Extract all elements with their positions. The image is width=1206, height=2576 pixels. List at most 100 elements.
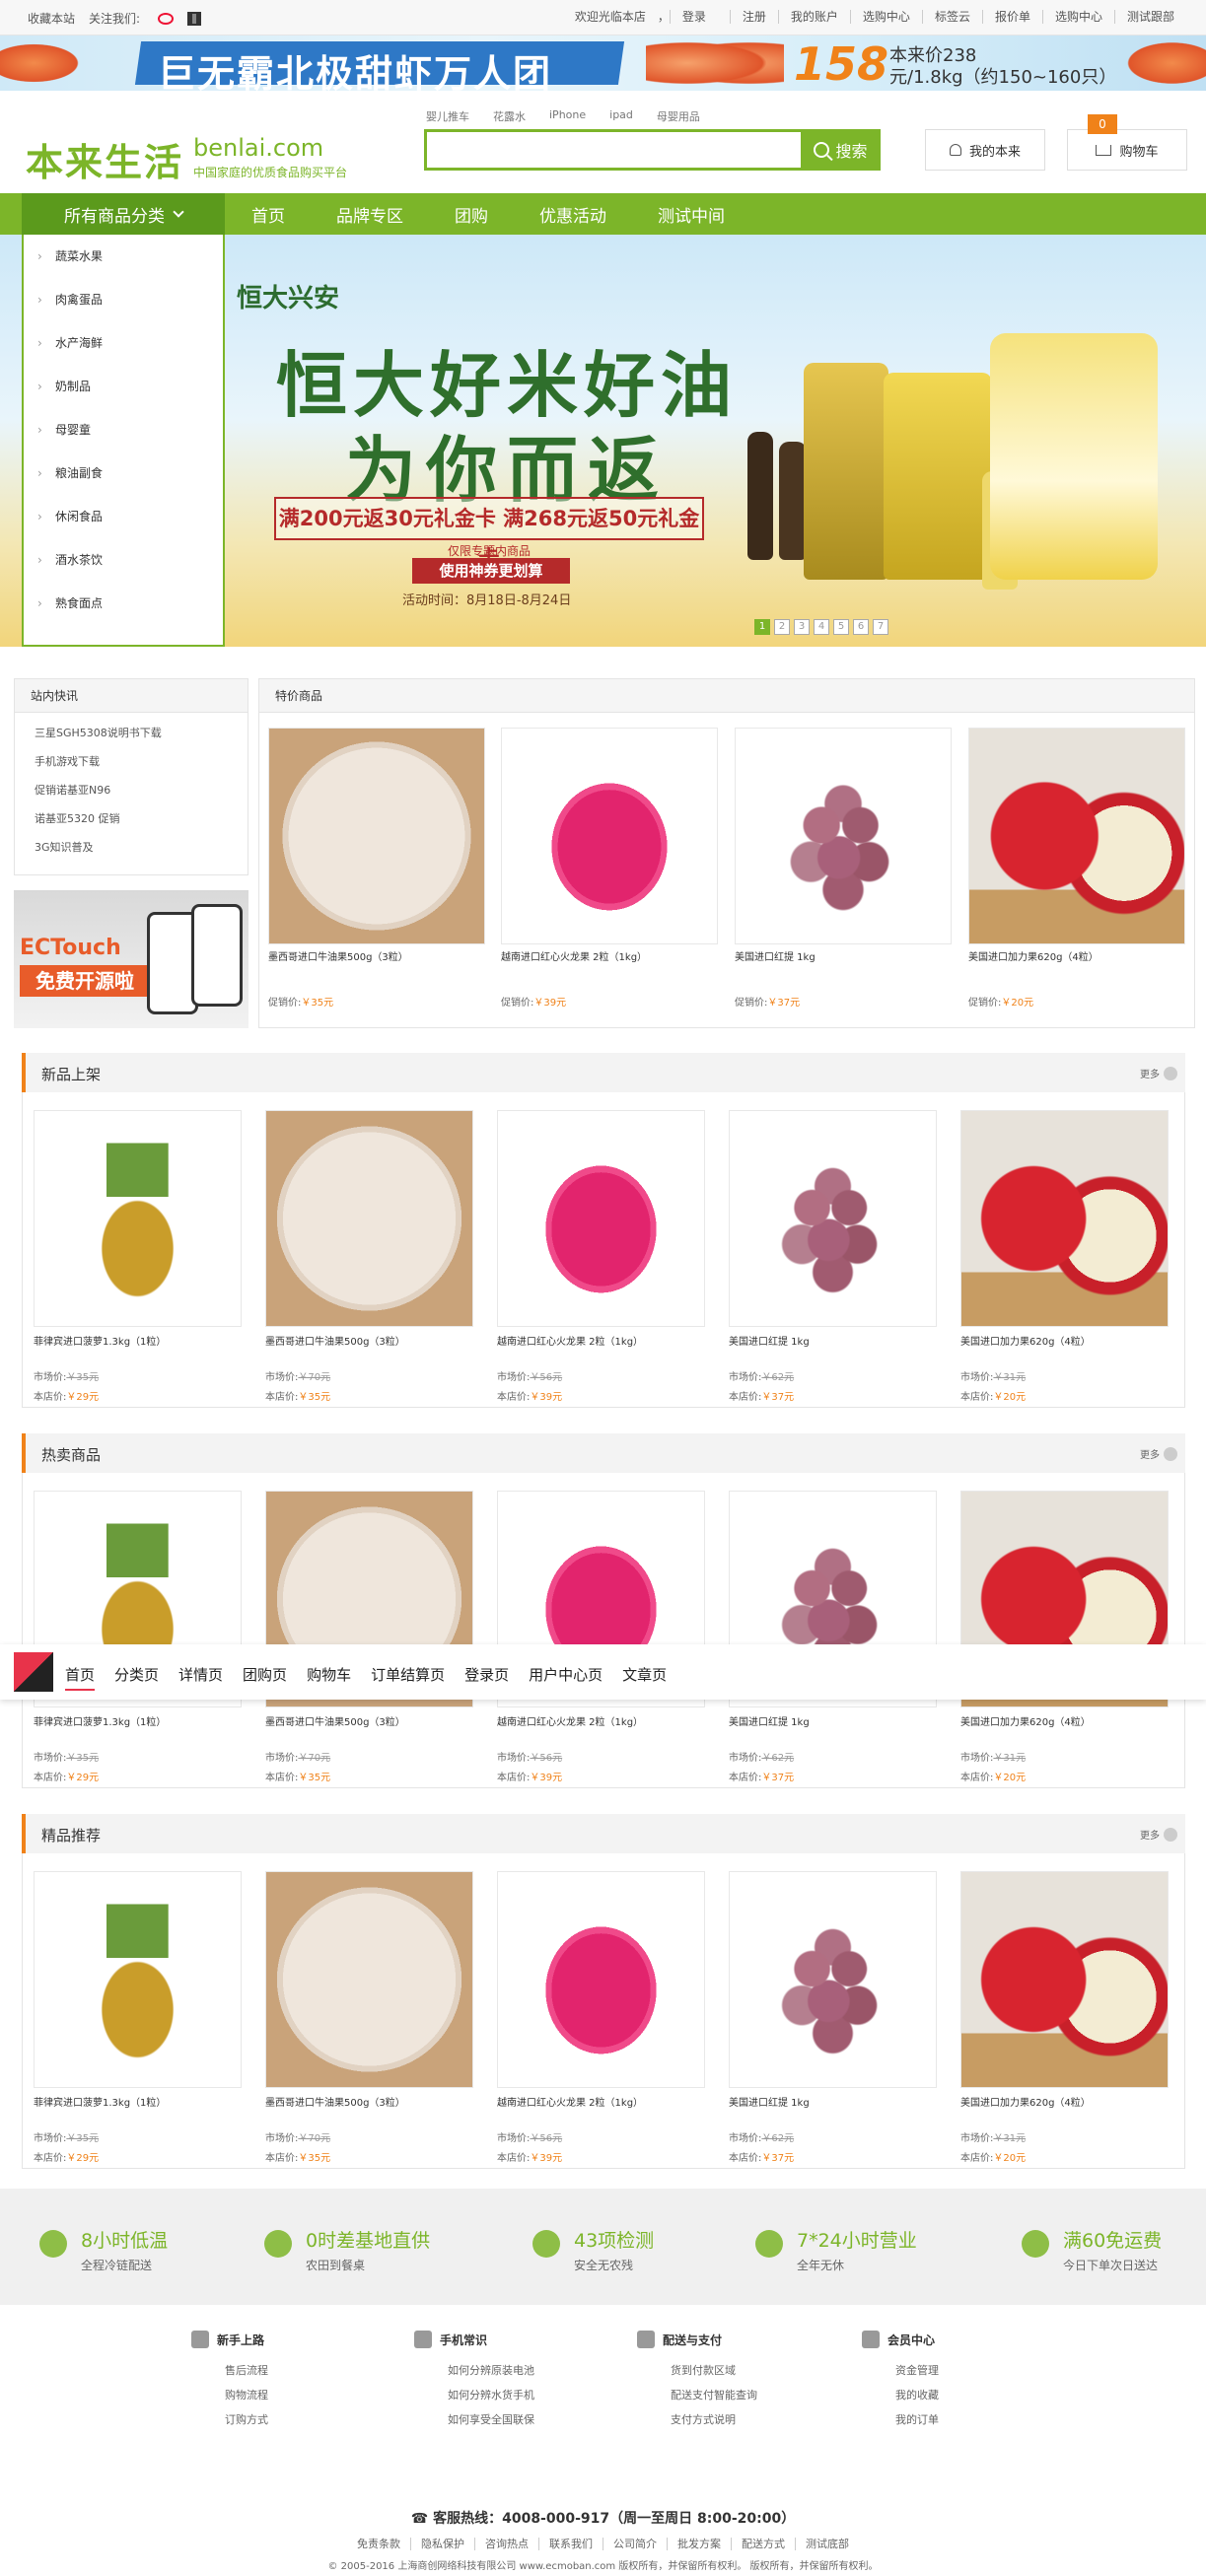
footer-link[interactable]: 免责条款 bbox=[347, 2538, 410, 2550]
product-image[interactable] bbox=[265, 1871, 473, 2088]
help-link[interactable]: 售后流程 bbox=[191, 2362, 268, 2387]
product-name[interactable]: 美国进口红提 1kg bbox=[729, 1713, 810, 1728]
product-name[interactable]: 美国进口加力果620g（4粒） bbox=[968, 948, 1099, 963]
product-image[interactable] bbox=[34, 1871, 242, 2088]
news-item[interactable]: 手机游戏下载 bbox=[15, 747, 248, 776]
nav-item-promotions[interactable]: 优惠活动 bbox=[539, 202, 606, 227]
product-name[interactable]: 美国进口红提 1kg bbox=[729, 1333, 810, 1348]
footer-link[interactable]: 咨询热点 bbox=[474, 2538, 538, 2550]
product-name[interactable]: 菲律宾进口菠萝1.3kg（1粒） bbox=[34, 2094, 166, 2109]
product-name[interactable]: 越南进口红心火龙果 2粒（1kg） bbox=[497, 2094, 643, 2109]
nav-item-groupbuy[interactable]: 团购 bbox=[455, 202, 488, 227]
help-link[interactable]: 资金管理 bbox=[862, 2362, 939, 2387]
carousel-dot[interactable]: 1 bbox=[754, 619, 770, 635]
product-name[interactable]: 美国进口加力果620g（4粒） bbox=[960, 2094, 1091, 2109]
more-link[interactable]: 更多 bbox=[1140, 1446, 1177, 1461]
switch-groupbuy[interactable]: 团购页 bbox=[243, 1664, 287, 1691]
news-item[interactable]: 3G知识普及 bbox=[15, 833, 248, 862]
product-image[interactable] bbox=[968, 728, 1185, 944]
product-name[interactable]: 墨西哥进口牛油果500g（3粒） bbox=[265, 2094, 405, 2109]
news-item[interactable]: 促销诺基亚N96 bbox=[15, 776, 248, 804]
hot-keyword[interactable]: 母婴用品 bbox=[657, 108, 700, 124]
hot-keyword[interactable]: iPhone bbox=[549, 108, 586, 124]
help-link[interactable]: 购物流程 bbox=[191, 2387, 268, 2411]
product-image[interactable] bbox=[960, 1110, 1169, 1327]
more-link[interactable]: 更多 bbox=[1140, 1066, 1177, 1080]
switch-home[interactable]: 首页 bbox=[65, 1664, 96, 1691]
qrcode-icon[interactable] bbox=[187, 11, 202, 26]
test-link[interactable]: 测试跟部 bbox=[1113, 10, 1186, 24]
hero-coupon-button[interactable]: 使用神券更划算 bbox=[412, 558, 570, 584]
cart-button[interactable]: 购物车 bbox=[1067, 129, 1187, 171]
tags-link[interactable]: 标签云 bbox=[921, 10, 982, 24]
carousel-dot[interactable]: 7 bbox=[873, 619, 888, 635]
product-image[interactable] bbox=[265, 1110, 473, 1327]
carousel-dot[interactable]: 3 bbox=[794, 619, 810, 635]
product-image[interactable] bbox=[497, 1871, 705, 2088]
product-image[interactable] bbox=[729, 1871, 937, 2088]
product-name[interactable]: 美国进口加力果620g（4粒） bbox=[960, 1333, 1091, 1348]
category-item[interactable]: 母婴童 bbox=[24, 408, 223, 452]
switch-cart[interactable]: 购物车 bbox=[307, 1664, 351, 1691]
product-image[interactable] bbox=[501, 728, 718, 944]
category-item[interactable]: 粮油副食 bbox=[24, 452, 223, 495]
switch-article[interactable]: 文章页 bbox=[622, 1664, 667, 1691]
help-link[interactable]: 货到付款区域 bbox=[637, 2362, 757, 2387]
hot-keyword[interactable]: 花露水 bbox=[493, 108, 526, 124]
help-link[interactable]: 我的收藏 bbox=[862, 2387, 939, 2411]
footer-link[interactable]: 联系我们 bbox=[538, 2538, 603, 2550]
ectouch-ad[interactable]: ECTouch 免费开源啦 bbox=[14, 890, 248, 1028]
product-name[interactable]: 墨西哥进口牛油果500g（3粒） bbox=[265, 1713, 405, 1728]
carousel-dot[interactable]: 6 bbox=[853, 619, 869, 635]
category-item[interactable]: 熟食面点 bbox=[24, 582, 223, 625]
nav-item-home[interactable]: 首页 bbox=[251, 202, 285, 227]
product-name[interactable]: 越南进口红心火龙果 2粒（1kg） bbox=[497, 1713, 643, 1728]
footer-link[interactable]: 公司简介 bbox=[603, 2538, 667, 2550]
nav-item-brands[interactable]: 品牌专区 bbox=[336, 202, 403, 227]
product-name[interactable]: 越南进口红心火龙果 2粒（1kg） bbox=[501, 948, 647, 963]
product-name[interactable]: 墨西哥进口牛油果500g（3粒） bbox=[268, 948, 408, 963]
quote-link[interactable]: 报价单 bbox=[981, 10, 1042, 24]
switch-user[interactable]: 用户中心页 bbox=[529, 1664, 603, 1691]
hot-keyword[interactable]: 婴儿推车 bbox=[426, 108, 469, 124]
site-logo[interactable]: 本来生活 bbox=[26, 132, 183, 186]
product-name[interactable]: 菲律宾进口菠萝1.3kg（1粒） bbox=[34, 1713, 166, 1728]
help-link[interactable]: 我的订单 bbox=[862, 2411, 939, 2436]
help-link[interactable]: 如何分辨水货手机 bbox=[414, 2387, 534, 2411]
favorite-link[interactable]: 收藏本站 bbox=[28, 10, 75, 27]
buy-center-link[interactable]: 选购中心 bbox=[849, 10, 922, 24]
more-link[interactable]: 更多 bbox=[1140, 1827, 1177, 1842]
category-item[interactable]: 肉禽蛋品 bbox=[24, 278, 223, 321]
switch-login[interactable]: 登录页 bbox=[464, 1664, 509, 1691]
search-button[interactable]: 搜索 bbox=[801, 129, 881, 171]
category-item[interactable]: 水产海鲜 bbox=[24, 321, 223, 365]
category-item[interactable]: 奶制品 bbox=[24, 365, 223, 408]
switch-detail[interactable]: 详情页 bbox=[178, 1664, 223, 1691]
product-image[interactable] bbox=[34, 1110, 242, 1327]
product-name[interactable]: 美国进口红提 1kg bbox=[729, 2094, 810, 2109]
help-link[interactable]: 订购方式 bbox=[191, 2411, 268, 2436]
switch-category[interactable]: 分类页 bbox=[114, 1664, 159, 1691]
product-image[interactable] bbox=[735, 728, 952, 944]
carousel-dot[interactable]: 4 bbox=[814, 619, 829, 635]
product-image[interactable] bbox=[729, 1110, 937, 1327]
footer-link[interactable]: 配送方式 bbox=[731, 2538, 795, 2550]
category-item[interactable]: 休闲食品 bbox=[24, 495, 223, 538]
register-link[interactable]: 注册 bbox=[729, 10, 778, 24]
product-name[interactable]: 墨西哥进口牛油果500g（3粒） bbox=[265, 1333, 405, 1348]
nav-item-test[interactable]: 测试中间 bbox=[658, 202, 725, 227]
category-item[interactable]: 蔬菜水果 bbox=[24, 235, 223, 278]
carousel-dot[interactable]: 5 bbox=[833, 619, 849, 635]
news-item[interactable]: 诺基亚5320 促销 bbox=[15, 804, 248, 833]
product-image[interactable] bbox=[268, 728, 485, 944]
login-link[interactable]: 登录 bbox=[669, 10, 718, 24]
switch-checkout[interactable]: 订单结算页 bbox=[371, 1664, 445, 1691]
footer-link[interactable]: 批发方案 bbox=[667, 2538, 731, 2550]
all-categories-button[interactable]: 所有商品分类 bbox=[22, 193, 225, 235]
help-link[interactable]: 如何享受全国联保 bbox=[414, 2411, 534, 2436]
help-link[interactable]: 支付方式说明 bbox=[637, 2411, 757, 2436]
buy-center-link-2[interactable]: 选购中心 bbox=[1041, 10, 1114, 24]
footer-link[interactable]: 测试底部 bbox=[795, 2538, 859, 2550]
product-name[interactable]: 美国进口红提 1kg bbox=[735, 948, 816, 963]
product-name[interactable]: 美国进口加力果620g（4粒） bbox=[960, 1713, 1091, 1728]
